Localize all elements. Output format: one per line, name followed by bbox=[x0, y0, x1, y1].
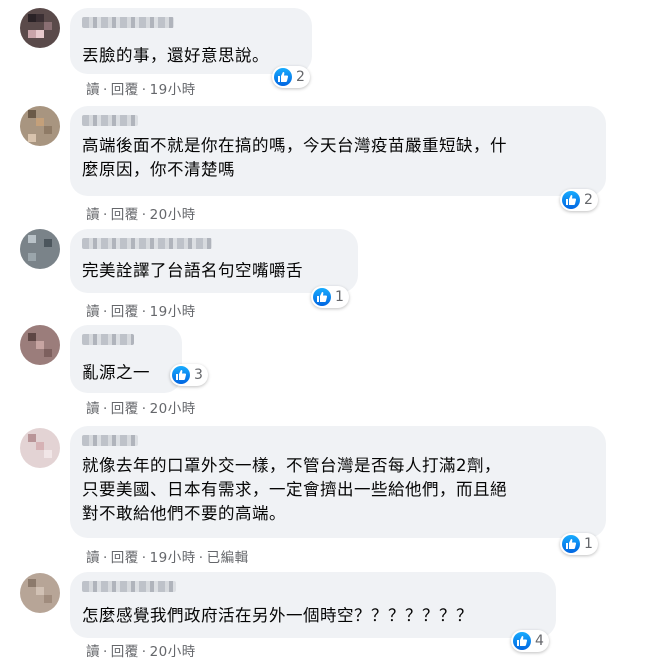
thumbs-up-icon bbox=[562, 535, 580, 553]
comment-actions: 讀 · 回覆 · 20小時 bbox=[86, 640, 196, 660]
comment-actions: 讀 · 回覆 · 19小時 bbox=[86, 300, 196, 320]
thumbs-up-icon bbox=[313, 288, 331, 306]
comment-bubble: 亂源之一 bbox=[70, 325, 182, 393]
thumbs-up-icon bbox=[562, 191, 580, 209]
read-link[interactable]: 讀 bbox=[86, 300, 100, 320]
read-link[interactable]: 讀 bbox=[86, 640, 100, 660]
commenter-name[interactable] bbox=[82, 581, 176, 592]
comment-bubble: 就像去年的口罩外交一樣，不管台灣是否每人打滿2劑， 只要美國、日本有需求，一定會… bbox=[70, 426, 606, 538]
reaction-count: 2 bbox=[584, 192, 593, 208]
comment-actions: 讀 · 回覆 · 20小時 bbox=[86, 203, 196, 223]
reply-link[interactable]: 回覆 bbox=[111, 300, 139, 320]
commenter-name[interactable] bbox=[82, 17, 174, 28]
avatar[interactable] bbox=[20, 229, 60, 269]
reaction-badge[interactable]: 1 bbox=[311, 286, 349, 308]
reply-link[interactable]: 回覆 bbox=[111, 640, 139, 660]
comment-text: 亂源之一 bbox=[82, 363, 150, 382]
reaction-count: 4 bbox=[535, 633, 544, 649]
comment-bubble: 高端後面不就是你在搞的嗎，今天台灣疫苗嚴重短缺，什 麼原因，你不清楚嗎 bbox=[70, 106, 606, 196]
comment-bubble: 完美詮譯了台語名句空嘴嚼舌 bbox=[70, 229, 358, 293]
comment-bubble: 丟臉的事，還好意思說。 bbox=[70, 8, 312, 74]
edited-label[interactable]: 已編輯 bbox=[207, 546, 249, 566]
comment-actions: 讀 · 回覆 · 20小時 bbox=[86, 397, 196, 417]
thumbs-up-icon bbox=[513, 632, 531, 650]
reply-link[interactable]: 回覆 bbox=[111, 78, 139, 98]
read-link[interactable]: 讀 bbox=[86, 203, 100, 223]
comment-bubble: 怎麼感覺我們政府活在另外一個時空？？？？？？？ bbox=[70, 572, 556, 638]
commenter-name[interactable] bbox=[82, 238, 212, 249]
comment-text: 怎麼感覺我們政府活在另外一個時空？？？？？？？ bbox=[82, 606, 473, 625]
avatar[interactable] bbox=[20, 325, 60, 365]
read-link[interactable]: 讀 bbox=[86, 78, 100, 98]
timestamp[interactable]: 19小時 bbox=[150, 546, 196, 566]
read-link[interactable]: 讀 bbox=[86, 546, 100, 566]
comment-text: 就像去年的口罩外交一樣，不管台灣是否每人打滿2劑， 只要美國、日本有需求，一定會… bbox=[82, 456, 507, 523]
reaction-badge[interactable]: 2 bbox=[560, 189, 598, 211]
comment-actions: 讀 · 回覆 · 19小時 · 已編輯 bbox=[86, 546, 249, 566]
timestamp[interactable]: 19小時 bbox=[150, 78, 196, 98]
timestamp[interactable]: 19小時 bbox=[150, 300, 196, 320]
timestamp[interactable]: 20小時 bbox=[150, 203, 196, 223]
commenter-name[interactable] bbox=[82, 334, 134, 345]
reply-link[interactable]: 回覆 bbox=[111, 397, 139, 417]
comment-text: 丟臉的事，還好意思說。 bbox=[82, 46, 269, 65]
reaction-count: 1 bbox=[335, 289, 344, 305]
reaction-badge[interactable]: 4 bbox=[511, 630, 549, 652]
reaction-badge[interactable]: 2 bbox=[272, 66, 310, 88]
avatar[interactable] bbox=[20, 106, 60, 146]
read-link[interactable]: 讀 bbox=[86, 397, 100, 417]
avatar[interactable] bbox=[20, 573, 60, 613]
comment-actions: 讀 · 回覆 · 19小時 bbox=[86, 78, 196, 98]
comment-text: 高端後面不就是你在搞的嗎，今天台灣疫苗嚴重短缺，什 麼原因，你不清楚嗎 bbox=[82, 136, 507, 179]
avatar[interactable] bbox=[20, 8, 60, 48]
reply-link[interactable]: 回覆 bbox=[111, 546, 139, 566]
reaction-badge[interactable]: 3 bbox=[170, 364, 208, 386]
avatar[interactable] bbox=[20, 428, 60, 468]
reaction-count: 3 bbox=[194, 367, 203, 383]
thumbs-up-icon bbox=[172, 366, 190, 384]
reply-link[interactable]: 回覆 bbox=[111, 203, 139, 223]
reaction-count: 2 bbox=[296, 69, 305, 85]
comment-text: 完美詮譯了台語名句空嘴嚼舌 bbox=[82, 261, 303, 280]
reaction-badge[interactable]: 1 bbox=[560, 533, 598, 555]
timestamp[interactable]: 20小時 bbox=[150, 397, 196, 417]
reaction-count: 1 bbox=[584, 536, 593, 552]
thumbs-up-icon bbox=[274, 68, 292, 86]
commenter-name[interactable] bbox=[82, 435, 138, 446]
commenter-name[interactable] bbox=[82, 115, 138, 126]
timestamp[interactable]: 20小時 bbox=[150, 640, 196, 660]
